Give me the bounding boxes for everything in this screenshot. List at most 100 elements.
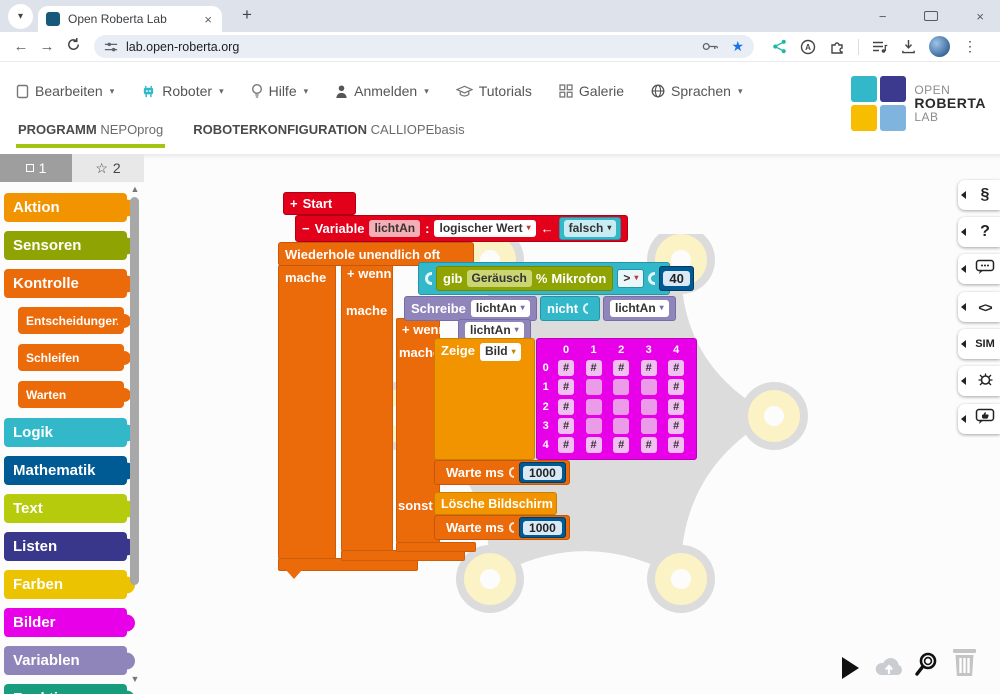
image-type-dropdown[interactable]: Bild▾: [480, 343, 521, 361]
grid-cell[interactable]: #: [558, 437, 574, 453]
sidebar-help-button[interactable]: ?: [958, 217, 1000, 247]
clear-display-block[interactable]: Lösche Bildschirm: [434, 492, 557, 515]
grid-cell[interactable]: #: [668, 360, 684, 376]
extensions-icon[interactable]: [829, 39, 845, 55]
upload-button[interactable]: [874, 655, 904, 683]
number-value[interactable]: 1000: [523, 521, 562, 535]
bookmark-star-icon[interactable]: ★: [731, 38, 744, 55]
browser-tab[interactable]: Open Roberta Lab ×: [38, 6, 222, 32]
menu-sprachen[interactable]: Sprachen▾: [651, 83, 742, 99]
palette-category-sensoren[interactable]: Sensoren: [4, 231, 127, 260]
menu-galerie[interactable]: Galerie: [559, 83, 624, 99]
show-image-block[interactable]: Zeige Bild▾: [434, 338, 535, 460]
password-key-icon[interactable]: [702, 40, 719, 53]
trash-button[interactable]: [951, 647, 978, 683]
reading-mode-icon[interactable]: A: [800, 39, 816, 55]
falsch-dropdown[interactable]: falsch▾: [564, 220, 617, 238]
new-tab-button[interactable]: +: [234, 5, 260, 29]
grid-cell[interactable]: [613, 399, 629, 415]
wait-block-2[interactable]: Warte ms 1000: [434, 515, 570, 540]
tab-roboterkonfiguration[interactable]: ROBOTERKONFIGURATION CALLIOPEbasis: [191, 120, 466, 144]
wait-block-1[interactable]: Warte ms 1000: [434, 460, 570, 485]
palette-category-logik[interactable]: Logik: [4, 418, 127, 447]
variable-type-dropdown[interactable]: logischer Wert▾: [434, 220, 535, 238]
window-maximize-button[interactable]: [918, 9, 944, 24]
start-block[interactable]: + Start: [283, 192, 356, 215]
grid-cell[interactable]: #: [558, 379, 574, 395]
palette-category-listen[interactable]: Listen: [4, 532, 127, 561]
palette-category-farben[interactable]: Farben: [4, 570, 127, 599]
share-icon[interactable]: [772, 39, 787, 54]
grid-cell[interactable]: #: [641, 437, 657, 453]
not-block[interactable]: nicht: [540, 296, 600, 321]
grid-cell[interactable]: #: [613, 437, 629, 453]
falsch-value-block[interactable]: falsch▾: [559, 217, 622, 240]
palette-category-variablen[interactable]: Variablen: [4, 646, 127, 675]
number-value[interactable]: 40: [663, 271, 689, 286]
grid-cell[interactable]: [613, 418, 629, 434]
menu-anmelden[interactable]: Anmelden▾: [335, 83, 429, 99]
palette-category-kontrolle[interactable]: Kontrolle: [4, 269, 127, 298]
download-icon[interactable]: [901, 39, 916, 54]
url-bar[interactable]: lab.open-roberta.org ★: [94, 35, 754, 58]
sidebar-check-button[interactable]: [958, 366, 1000, 396]
scroll-up-icon[interactable]: ▲: [130, 184, 140, 194]
expand-icon[interactable]: +: [402, 322, 410, 337]
menu-bearbeiten[interactable]: Bearbeiten▾: [16, 83, 114, 99]
grid-cell[interactable]: [586, 418, 602, 434]
expand-icon[interactable]: +: [347, 266, 355, 281]
grid-cell[interactable]: #: [558, 399, 574, 415]
tab-close-icon[interactable]: ×: [202, 12, 214, 27]
window-close-button[interactable]: ×: [970, 9, 990, 24]
menu-hilfe[interactable]: Hilfe▾: [251, 83, 309, 99]
tab-programm[interactable]: PROGRAMM NEPOprog: [16, 120, 165, 148]
write-variable-dropdown[interactable]: lichtAn▾: [471, 300, 530, 318]
repeat-block-body[interactable]: [278, 265, 336, 559]
grid-cell[interactable]: #: [586, 360, 602, 376]
back-button[interactable]: ←: [8, 38, 34, 55]
number-block-40[interactable]: 40: [659, 266, 693, 291]
menu-tutorials[interactable]: Tutorials: [456, 83, 532, 99]
browser-menu-icon[interactable]: ⋮: [963, 38, 977, 55]
forward-button[interactable]: →: [34, 38, 60, 55]
sidebar-code-button[interactable]: <>: [958, 292, 1000, 322]
palette-subcategory-entscheidungen[interactable]: Entscheidungen: [18, 307, 124, 334]
window-minimize-button[interactable]: −: [873, 9, 893, 24]
media-queue-icon[interactable]: [872, 40, 888, 54]
palette-category-bilder[interactable]: Bilder: [4, 608, 127, 637]
variable-name-field[interactable]: lichtAn: [369, 220, 420, 238]
if2-block-bottom[interactable]: [396, 542, 476, 552]
sensor-mode-field[interactable]: Geräusch: [467, 270, 532, 288]
palette-category-funktionen[interactable]: Funktionen: [4, 684, 127, 694]
grid-cell[interactable]: [641, 418, 657, 434]
collapse-icon[interactable]: −: [302, 221, 310, 236]
sidebar-sim-button[interactable]: SIM: [958, 329, 1000, 359]
palette-category-mathematik[interactable]: Mathematik: [4, 456, 127, 485]
write-variable-block[interactable]: Schreibe lichtAn▾: [404, 296, 537, 321]
grid-cell[interactable]: [586, 399, 602, 415]
zoom-reset-button[interactable]: [913, 651, 939, 684]
palette-scrollbar[interactable]: ▲ ▼: [130, 184, 140, 684]
tab-search-button[interactable]: ▾: [8, 4, 33, 29]
reload-button[interactable]: [60, 37, 86, 56]
grid-cell[interactable]: [641, 379, 657, 395]
operator-dropdown[interactable]: >▾: [617, 269, 644, 289]
sidebar-feedback-button[interactable]: [958, 404, 1000, 434]
image-grid-block[interactable]: 012340#####1##2##3##4#####: [536, 338, 697, 460]
palette-subcategory-schleifen[interactable]: Schleifen: [18, 344, 124, 371]
number-value[interactable]: 1000: [523, 466, 562, 480]
comparison-block[interactable]: gib Geräusch % Mikrofon >▾ 40: [418, 262, 670, 295]
grid-cell[interactable]: #: [558, 418, 574, 434]
grid-cell[interactable]: [586, 379, 602, 395]
grid-cell[interactable]: [641, 399, 657, 415]
grid-cell[interactable]: #: [668, 399, 684, 415]
menu-roboter[interactable]: Roboter▾: [141, 83, 223, 99]
grid-cell[interactable]: #: [586, 437, 602, 453]
url-text[interactable]: lab.open-roberta.org: [126, 40, 702, 54]
expand-icon[interactable]: +: [290, 196, 298, 211]
palette-category-text[interactable]: Text: [4, 494, 127, 523]
microphone-sensor-block[interactable]: gib Geräusch % Mikrofon: [436, 266, 613, 291]
toolbox-tab-expert[interactable]: ☆ 2: [72, 154, 144, 182]
grid-cell[interactable]: #: [641, 360, 657, 376]
variable-declaration-block[interactable]: − Variable lichtAn : logischer Wert▾ ← f…: [295, 215, 628, 242]
